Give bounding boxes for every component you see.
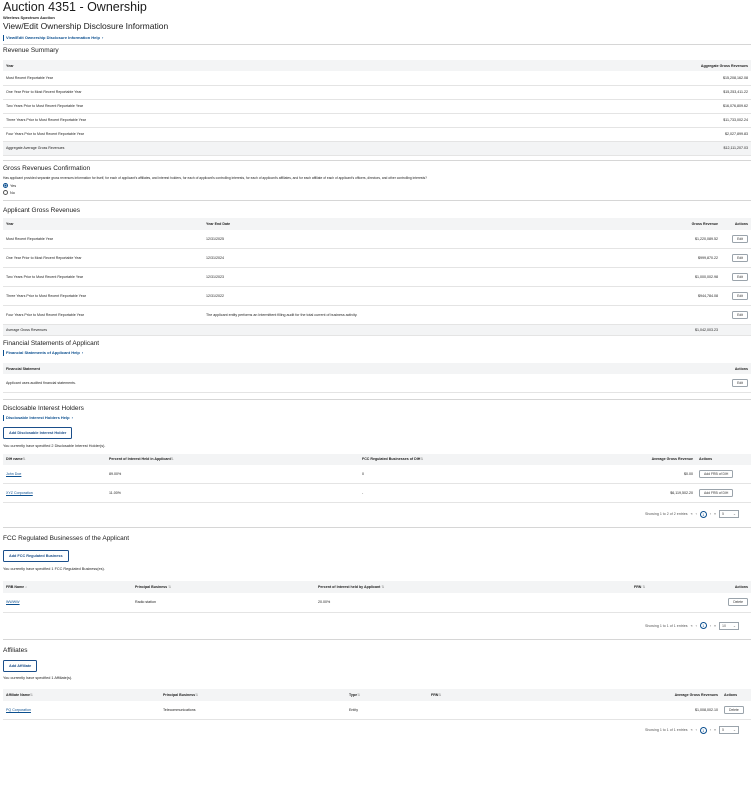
radio-yes[interactable]: Yes [3, 183, 751, 189]
table-row: Applicant uses audited financial stateme… [3, 374, 751, 393]
table-row: John Doe 89.00% 0 $0.00 Add FRB of DIH [3, 464, 751, 484]
radio-selected-icon [3, 183, 8, 188]
col-year: Year [3, 60, 466, 71]
affiliates-table: Affiliate Name⇅ Principal Business⇅ Type… [3, 688, 751, 720]
table-row-total: Aggregate Average Gross Revenues $12,111,… [3, 141, 751, 156]
table-row: Two Years Prior to Most Recent Reportabl… [3, 267, 751, 287]
edit-button[interactable]: Edit [732, 378, 748, 387]
radio-no[interactable]: No [3, 190, 751, 196]
table-row: One Year Prior to Most Recent Reportable… [3, 85, 751, 100]
sort-icon[interactable]: ⇅ [420, 457, 423, 461]
auction-subtitle: Wireless Spectrum Auction [3, 15, 55, 20]
prev-page-icon[interactable]: ‹ [696, 728, 697, 732]
financial-help-link[interactable]: Financial Statements of Applicant Help › [3, 350, 83, 356]
table-row: Four Years Prior to Most Recent Reportab… [3, 127, 751, 142]
first-page-icon[interactable]: « [691, 512, 693, 516]
page-number[interactable]: 1 [699, 726, 707, 734]
frb-link[interactable]: WWWW [6, 600, 20, 604]
add-frb-button[interactable]: Add FRB of DIH [699, 489, 734, 497]
page-number[interactable]: 1 [699, 622, 707, 629]
sort-icon[interactable]: ⇅ [23, 457, 26, 461]
chevron-down-icon: ⌄ [732, 728, 736, 732]
edit-button[interactable]: Edit [732, 273, 748, 281]
table-row-total: Average Gross Revenues $1,042,003.23 [3, 324, 751, 336]
disclosable-pagination: Showing 1 to 2 of 2 entries « ‹ 1 › » 5 … [3, 509, 751, 519]
disclosable-title: Disclosable Interest Holders [3, 404, 84, 412]
revenue-summary-title: Revenue Summary [3, 47, 59, 54]
disclosable-count: You currently have specified 2 Disclosab… [3, 443, 106, 448]
edit-button[interactable]: Edit [732, 292, 748, 300]
fcc-count: You currently have specified 1 FCC Regul… [3, 567, 105, 571]
chevron-down-icon: ⌄ [732, 512, 736, 516]
page-number[interactable]: 1 [699, 510, 707, 518]
table-row: One Year Prior to Most Recent Reportable… [3, 248, 751, 268]
delete-button[interactable]: Delete [728, 598, 748, 607]
last-page-icon[interactable]: » [714, 624, 716, 628]
next-page-icon[interactable]: › [710, 728, 711, 732]
add-disclosable-button[interactable]: Add Disclosable Interest Holder [3, 426, 73, 439]
sort-icon[interactable]: ⇅ [195, 693, 198, 697]
affiliates-count: You currently have specified 1 Affiliate… [3, 675, 73, 680]
first-page-icon[interactable]: « [691, 728, 693, 732]
affiliates-pagination: Showing 1 to 1 of 1 entries « ‹ 1 › » 5 … [3, 725, 751, 735]
financial-table: Financial Statement Actions Applicant us… [3, 363, 751, 393]
table-row: XYZ Corporation 11.00% - $6,119,502.20 Add F… [3, 483, 751, 503]
fcc-title: FCC Regulated Businesses of the Applican… [3, 535, 130, 542]
edit-button[interactable]: Edit [732, 254, 748, 262]
dih-link[interactable]: John Doe [6, 472, 21, 476]
add-affiliate-button[interactable]: Add Affiliate [3, 659, 38, 672]
sort-icon[interactable]: ⇅ [438, 693, 441, 697]
add-fcc-button[interactable]: Add FCC Regulated Business [3, 550, 69, 562]
edit-button[interactable]: Edit [732, 234, 748, 243]
next-page-icon[interactable]: › [710, 512, 711, 516]
confirmation-question: Has applicant provided separate gross re… [3, 175, 427, 180]
add-frb-button[interactable]: Add FRB of DIH [699, 469, 734, 478]
search-icon[interactable]: ⌕ [25, 585, 27, 589]
revenue-summary-table: Year Aggregate Gross Revenues Most Recen… [3, 60, 751, 156]
first-page-icon[interactable]: « [691, 624, 693, 628]
page-root: Auction 4351 - Ownership Wireless Spectr… [0, 1, 753, 735]
dih-link[interactable]: XYZ Corporation [6, 491, 33, 495]
confirmation-title: Gross Revenues Confirmation [3, 164, 91, 172]
table-row: Four Years Prior to Most Recent Reportab… [3, 305, 751, 325]
table-row: WWWW Radio station 20.00% Delete [3, 593, 751, 613]
sort-icon[interactable]: ⇅ [357, 693, 360, 697]
last-page-icon[interactable]: » [714, 512, 716, 516]
sort-icon[interactable]: ⇅ [381, 585, 384, 589]
radio-unselected-icon [3, 190, 8, 195]
per-page-select[interactable]: 5 ⌄ [719, 726, 739, 734]
applicant-revenues-table: Year Year End Date Gross Revenue Actions… [3, 217, 751, 336]
applicant-revenues-title: Applicant Gross Revenues [3, 206, 80, 214]
next-page-icon[interactable]: › [710, 624, 711, 628]
last-page-icon[interactable]: » [714, 728, 716, 732]
prev-page-icon[interactable]: ‹ [696, 512, 697, 516]
page-title: Auction 4351 - Ownership [3, 0, 147, 14]
edit-button[interactable]: Edit [732, 311, 748, 319]
sort-icon[interactable]: ⇅ [171, 457, 174, 461]
sort-icon[interactable]: ⇅ [168, 585, 171, 589]
fcc-table: FRB Name ⌕ Principal Business ⇅ Percent … [3, 581, 751, 613]
disclosable-help-link[interactable]: Disclosable Interest Holders Help › [3, 414, 73, 421]
table-row: Most Recent Reportable Year 12/31/2025 $1,… [3, 229, 751, 249]
table-row: Most Recent Reportable Year $15,208,162.0… [3, 71, 751, 86]
view-edit-help-link[interactable]: View/Edit Ownership Disclosure Informati… [3, 35, 103, 41]
affiliates-title: Affiliates [3, 646, 28, 654]
fcc-pagination: Showing 1 to 1 of 1 entries « ‹ 1 › » 10… [3, 621, 751, 631]
page-heading: View/Edit Ownership Disclosure Informati… [3, 21, 169, 31]
table-row: Two Years Prior to Most Recent Reportabl… [3, 99, 751, 114]
per-page-select[interactable]: 10 ⌄ [719, 621, 739, 630]
col-aggregate: Aggregate Gross Revenues [465, 60, 751, 71]
financial-title: Financial Statements of Applicant [3, 340, 100, 347]
per-page-select[interactable]: 5 ⌄ [719, 510, 739, 518]
table-row: PQ Corporation Telecommunications Entity $1… [3, 700, 751, 720]
sort-icon[interactable]: ⇅ [30, 693, 33, 697]
disclosable-table: DIH name⇅ Percent of Interest Held in Ap… [3, 453, 751, 503]
table-row: Three Years Prior to Most Recent Reporta… [3, 286, 751, 306]
table-row: Three Years Prior to Most Recent Reporta… [3, 113, 751, 128]
affiliate-link[interactable]: PQ Corporation [6, 708, 31, 712]
prev-page-icon[interactable]: ‹ [696, 624, 697, 628]
delete-button[interactable]: Delete [724, 705, 744, 714]
chevron-down-icon: ⌄ [732, 623, 736, 628]
sort-icon[interactable]: ⇅ [642, 585, 645, 589]
